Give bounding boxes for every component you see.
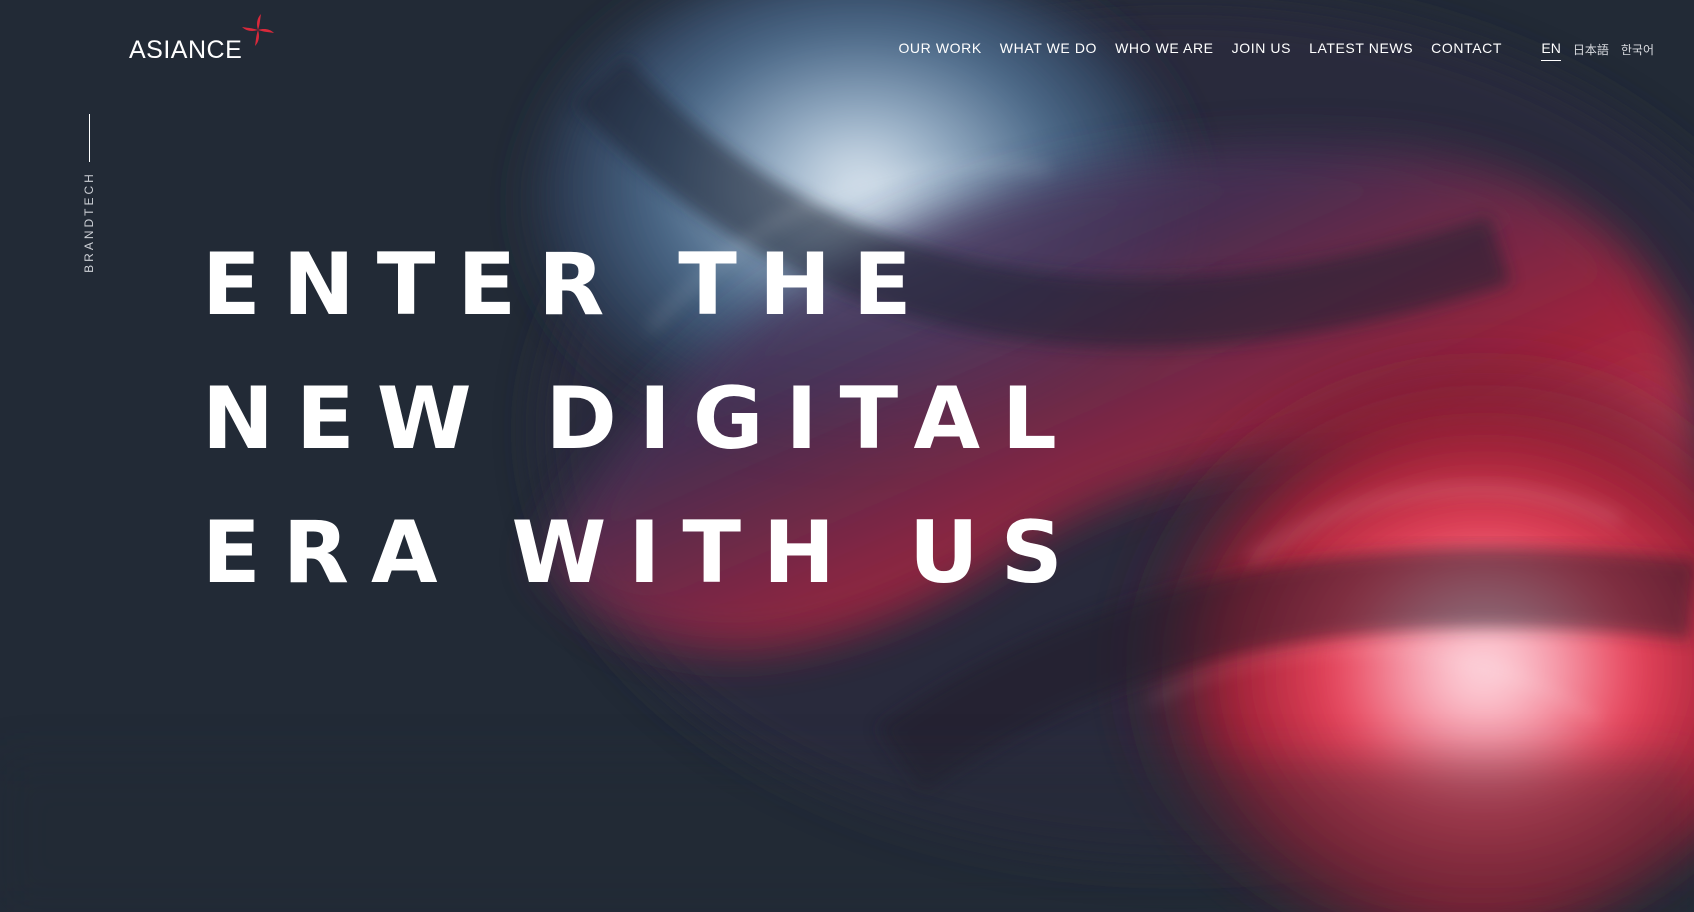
nav-our-work[interactable]: OUR WORK — [898, 40, 981, 56]
side-label-brandtech: BRANDTECH — [82, 171, 96, 273]
brand-name: ASIANCE — [129, 36, 243, 64]
language-switcher: EN 日本語 한국어 — [1541, 40, 1654, 61]
nav-latest-news[interactable]: LATEST NEWS — [1309, 40, 1413, 56]
nav-join-us[interactable]: JOIN US — [1232, 40, 1291, 56]
side-divider — [89, 114, 90, 162]
hero-headline: ENTER THE NEW DIGITAL ERA WITH US — [202, 218, 1085, 620]
headline-line-3: ERA WITH US — [202, 503, 1085, 603]
brand-logo[interactable]: ASIANCE — [129, 14, 279, 66]
headline-line-1: ENTER THE — [202, 235, 934, 335]
lang-ko[interactable]: 한국어 — [1621, 41, 1654, 61]
nav-who-we-are[interactable]: WHO WE ARE — [1115, 40, 1214, 56]
headline-line-2: NEW DIGITAL — [202, 369, 1079, 469]
lang-ja[interactable]: 日本語 — [1573, 41, 1609, 61]
nav-what-we-do[interactable]: WHAT WE DO — [1000, 40, 1097, 56]
nav-contact[interactable]: CONTACT — [1431, 40, 1502, 56]
lang-en[interactable]: EN — [1541, 40, 1561, 61]
brand-mark-icon — [242, 14, 274, 46]
main-nav: OUR WORK WHAT WE DO WHO WE ARE JOIN US L… — [898, 40, 1502, 56]
